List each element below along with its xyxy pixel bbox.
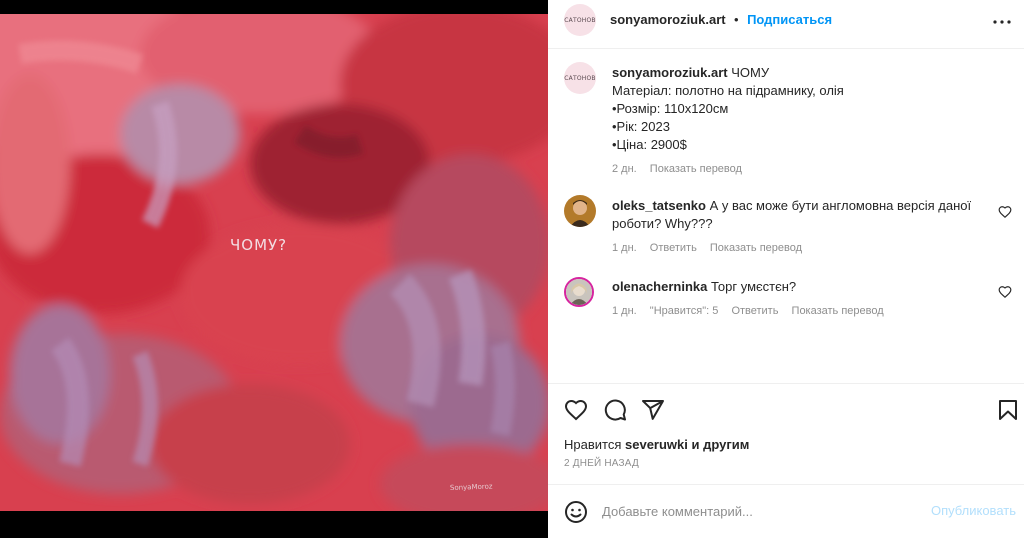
commenter-avatar[interactable] — [564, 277, 594, 307]
caption: sonyamoroziuk.art ЧОМУ Матеріал: полотно… — [612, 64, 1002, 178]
caption-line: •Рік: 2023 — [612, 119, 670, 134]
post-media[interactable]: ЧОМУ? SonyaMoroz — [0, 0, 548, 538]
commenter-avatar[interactable] — [564, 195, 596, 227]
painting-signature: SonyaMoroz — [450, 483, 493, 492]
comment-input[interactable] — [602, 500, 942, 522]
separator-dot: • — [734, 12, 739, 27]
likes-suffix[interactable]: и другим — [692, 437, 750, 452]
caption-username[interactable]: sonyamoroziuk.art — [612, 65, 728, 80]
comment-translate-link[interactable]: Показать перевод — [792, 305, 884, 317]
comment-age[interactable]: 1 дн. — [612, 242, 637, 254]
painting-text: ЧОМУ? — [230, 236, 287, 254]
share-icon[interactable] — [641, 398, 665, 422]
comment-text: Торг умєстєн? — [711, 279, 797, 294]
comment-like-icon[interactable] — [998, 205, 1012, 219]
comment-likes-count[interactable]: "Нравится": 5 — [650, 305, 719, 317]
caption-line: Матеріал: полотно на підрамнику, олія — [612, 83, 844, 98]
caption-meta: 2 дн. Показать перевод — [612, 160, 1002, 178]
follow-button[interactable]: Подписаться — [747, 12, 832, 27]
caption-line: •Ціна: 2900$ — [612, 137, 687, 152]
author-username[interactable]: sonyamoroziuk.art — [610, 12, 726, 27]
comment-meta: 1 дн. "Нравится": 5 Ответить Показать пе… — [612, 302, 982, 320]
likes-prefix: Нравится — [564, 437, 622, 452]
caption-translate-link[interactable]: Показать перевод — [650, 163, 742, 175]
painting-image: ЧОМУ? SonyaMoroz — [0, 14, 548, 511]
post-timestamp[interactable]: 2 ДНЕЙ НАЗАД — [564, 458, 639, 469]
caption-line: •Розмір: 110х120см — [612, 101, 729, 116]
caption-title: ЧОМУ — [731, 65, 770, 80]
emoji-icon[interactable] — [564, 500, 588, 524]
comment-username[interactable]: olenacherninka — [612, 279, 707, 294]
comment-like-icon[interactable] — [998, 285, 1012, 299]
comment-age[interactable]: 1 дн. — [612, 305, 637, 317]
comment-icon[interactable] — [603, 398, 627, 422]
more-icon[interactable] — [990, 10, 1014, 34]
comment-meta: 1 дн. Ответить Показать перевод — [612, 239, 982, 257]
bookmark-icon[interactable] — [996, 398, 1020, 422]
comment-username[interactable]: oleks_tatsenko — [612, 198, 706, 213]
post-header: САТОНОВ sonyamoroziuk.art • Подписаться — [548, 0, 1024, 49]
caption-avatar[interactable]: САТОНОВ — [564, 62, 596, 94]
author-avatar[interactable]: САТОНОВ — [564, 4, 596, 36]
likes-summary[interactable]: Нравится severuwki и другим — [564, 437, 749, 452]
post-panel: САТОНОВ sonyamoroziuk.art • Подписаться … — [548, 0, 1024, 538]
comment-translate-link[interactable]: Показать перевод — [710, 242, 802, 254]
likes-user[interactable]: severuwki — [625, 437, 688, 452]
comment-composer: Опубликовать — [548, 484, 1024, 539]
caption-avatar-text: САТОНОВ — [564, 74, 596, 82]
reply-button[interactable]: Ответить — [650, 242, 697, 254]
reply-button[interactable]: Ответить — [731, 305, 778, 317]
publish-button[interactable]: Опубликовать — [931, 503, 1016, 518]
heart-icon[interactable] — [564, 398, 588, 422]
avatar-logo-text: САТОНОВ — [564, 16, 596, 24]
caption-age[interactable]: 2 дн. — [612, 163, 637, 175]
